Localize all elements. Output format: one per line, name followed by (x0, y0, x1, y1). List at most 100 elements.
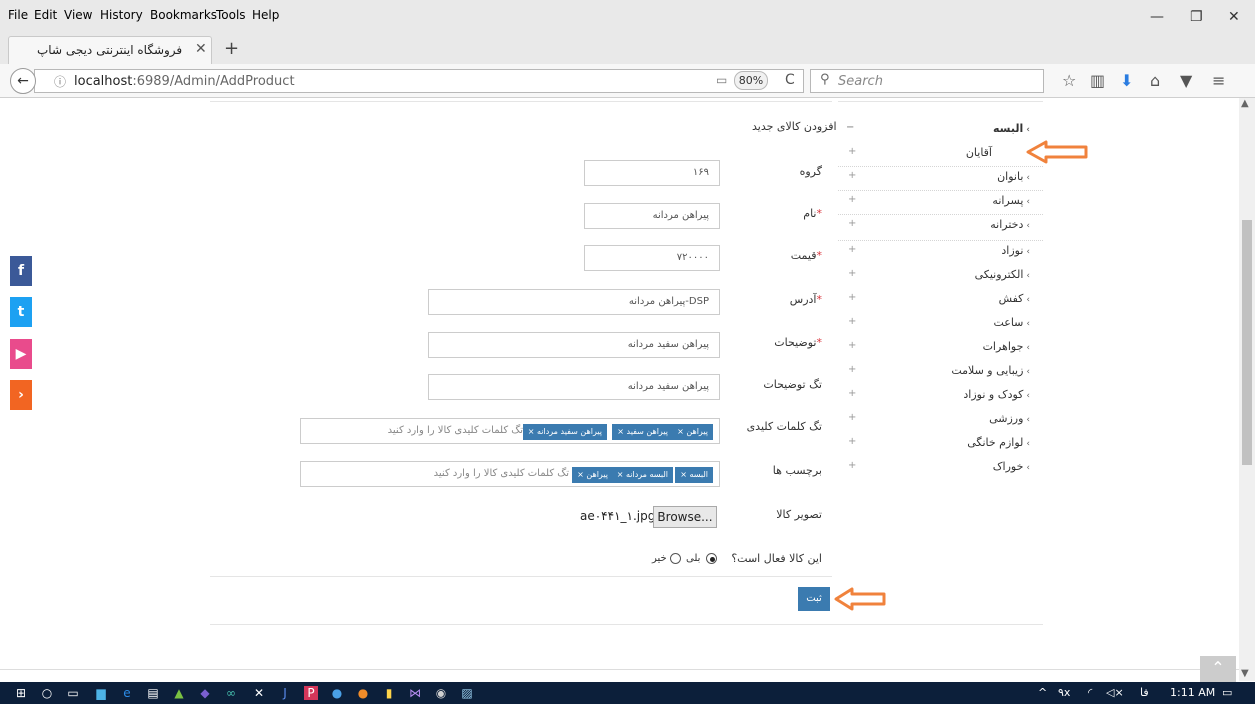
notepad-icon[interactable]: ▮ (382, 686, 396, 700)
category-item[interactable]: + ›ورزشی (848, 412, 1040, 434)
category-item[interactable]: + ›جواهرات (848, 340, 1040, 362)
category-item[interactable]: + ›خوراک (848, 460, 1040, 482)
facebook-icon[interactable]: f (10, 256, 32, 286)
category-item[interactable]: + ›الکترونیکی (848, 268, 1040, 290)
expand-icon[interactable]: + (848, 436, 856, 447)
network-icon[interactable]: ◜ (1088, 686, 1092, 699)
file-explorer-icon[interactable]: ▆ (94, 686, 108, 700)
scroll-to-top-button[interactable]: ⌃ (1200, 656, 1236, 682)
app-icon[interactable]: ● (330, 686, 344, 700)
bookmark-star-icon[interactable]: ☆ (1062, 71, 1076, 90)
language-indicator[interactable]: فا (1140, 686, 1149, 699)
twitter-icon[interactable]: t (10, 297, 32, 327)
restore-icon[interactable]: ❐ (1190, 9, 1203, 25)
expand-icon[interactable]: + (848, 388, 856, 399)
category-item[interactable]: + ›پسرانه (848, 194, 1040, 216)
keyword-tag[interactable]: پیراهن سفید × (612, 424, 673, 440)
app-icon[interactable]: ◉ (434, 686, 448, 700)
task-view-icon[interactable]: ▭ (66, 686, 80, 700)
photos-icon[interactable]: ▨ (460, 686, 474, 700)
reader-view-icon[interactable]: ▭ (716, 73, 727, 87)
new-tab-button[interactable]: + (224, 38, 239, 59)
browse-button[interactable]: Browse... (653, 506, 717, 528)
video-icon[interactable]: ▶ (10, 339, 32, 369)
expand-icon[interactable]: + (848, 292, 856, 303)
edge-icon[interactable]: e (120, 686, 134, 700)
app-icon[interactable]: ✕ (252, 686, 266, 700)
tray-up-icon[interactable]: ^ (1038, 686, 1047, 699)
search-icon[interactable]: ○ (40, 686, 54, 700)
zoom-indicator[interactable]: 80% (734, 71, 768, 90)
menu-bookmarks[interactable]: Bookmarks (150, 8, 217, 22)
price-input[interactable]: ۷۲۰۰۰۰ (584, 245, 720, 271)
description-input[interactable]: پیراهن سفید مردانه (428, 332, 720, 358)
pocket-icon[interactable]: ▼ (1180, 71, 1192, 90)
share-icon[interactable]: › (10, 380, 32, 410)
back-button[interactable]: ← (10, 68, 36, 94)
visual-studio-code-icon[interactable]: ⋈ (408, 686, 422, 700)
menu-tools[interactable]: Tools (216, 8, 246, 22)
scroll-up-icon[interactable]: ▲ (1241, 98, 1249, 109)
tab-close-icon[interactable]: ✕ (195, 41, 207, 57)
menu-history[interactable]: History (100, 8, 143, 22)
firefox-icon[interactable]: ● (356, 686, 370, 700)
close-window-icon[interactable]: ✕ (1228, 9, 1240, 25)
app-icon[interactable]: ∞ (224, 686, 238, 700)
jetbrains-icon[interactable]: J (278, 686, 292, 700)
category-item[interactable]: + ›نوزاد (848, 244, 1040, 266)
expand-icon[interactable]: + (848, 340, 856, 351)
keyword-tag[interactable]: پیراهن × (672, 424, 713, 440)
expand-icon[interactable]: + (848, 412, 856, 423)
label-tag[interactable]: البسه × (675, 467, 713, 483)
expand-icon[interactable]: + (848, 364, 856, 375)
expand-icon[interactable]: + (848, 146, 856, 157)
category-item[interactable]: + ›لوازم خانگی (848, 436, 1040, 458)
label-tag[interactable]: پیراهن × (572, 467, 613, 483)
expand-icon[interactable]: + (848, 194, 856, 205)
reload-icon[interactable]: C (785, 72, 795, 88)
scroll-down-icon[interactable]: ▼ (1241, 668, 1249, 679)
clock[interactable]: 1:11 AM (1170, 686, 1215, 699)
labels-tag-input[interactable]: البسه × البسه مردانه × پیراهن × تگ کلمات… (300, 461, 720, 487)
expand-icon[interactable]: + (848, 170, 856, 181)
visual-studio-icon[interactable]: ◆ (198, 686, 212, 700)
submit-button[interactable]: ثبت (798, 587, 830, 611)
category-item[interactable]: + ›ساعت (848, 316, 1040, 338)
menu-help[interactable]: Help (252, 8, 279, 22)
group-input[interactable]: ۱۶۹ (584, 160, 720, 186)
notifications-icon[interactable]: ▭ (1222, 686, 1232, 699)
category-item[interactable]: + ›کفش (848, 292, 1040, 314)
category-item[interactable]: + ›دخترانه (848, 218, 1040, 240)
active-no-radio[interactable] (670, 553, 681, 564)
expand-icon[interactable]: + (848, 460, 856, 471)
powerpoint-icon[interactable]: P (304, 686, 318, 700)
label-tag[interactable]: البسه مردانه × (611, 467, 673, 483)
calculator-icon[interactable]: ▤ (146, 686, 160, 700)
download-icon[interactable]: ⬇ (1120, 71, 1133, 90)
category-item[interactable]: + ›کودک و نوزاد (848, 388, 1040, 410)
library-icon[interactable]: ▥ (1090, 71, 1105, 90)
address-input[interactable]: DSP-پیراهن مردانه (428, 289, 720, 315)
menu-file[interactable]: File (8, 8, 28, 22)
tag-description-input[interactable]: پیراهن سفید مردانه (428, 374, 720, 400)
keyword-tag[interactable]: پیراهن سفید مردانه × (522, 424, 607, 440)
expand-icon[interactable]: + (848, 268, 856, 279)
expand-icon[interactable]: + (848, 316, 856, 327)
site-info-icon[interactable]: ⓘ (54, 73, 66, 90)
name-input[interactable]: پیراهن مردانه (584, 203, 720, 229)
browser-tab[interactable]: فروشگاه اینترنتی دیجی شاپ ✕ (8, 36, 212, 64)
tray-num-icon[interactable]: ۹x (1058, 686, 1070, 699)
category-item[interactable]: − ›البسه (846, 122, 1040, 144)
menu-icon[interactable]: ≡ (1212, 71, 1225, 90)
menu-edit[interactable]: Edit (34, 8, 57, 22)
android-icon[interactable]: ▲ (172, 686, 186, 700)
expand-icon[interactable]: + (848, 244, 856, 255)
keywords-tag-input[interactable]: پیراهن × پیراهن سفید × پیراهن سفید مردان… (300, 418, 720, 444)
menu-view[interactable]: View (64, 8, 92, 22)
home-icon[interactable]: ⌂ (1150, 71, 1160, 90)
windows-start-icon[interactable]: ⊞ (14, 686, 28, 700)
expand-icon[interactable]: + (848, 218, 856, 229)
scrollbar-thumb[interactable] (1242, 220, 1252, 465)
minimize-icon[interactable]: — (1150, 9, 1164, 25)
category-item[interactable]: + ›بانوان (848, 170, 1040, 192)
